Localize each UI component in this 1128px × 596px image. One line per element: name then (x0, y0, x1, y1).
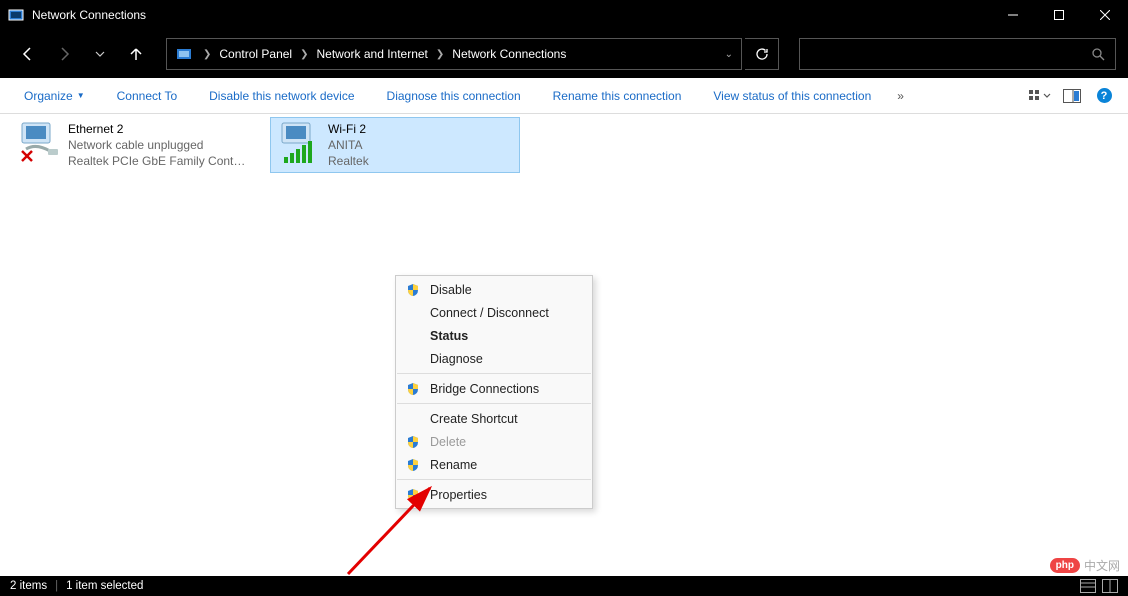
breadcrumb-item[interactable]: Control Panel (219, 47, 292, 61)
menu-item-disable[interactable]: Disable (396, 278, 592, 301)
location-icon (175, 46, 193, 62)
close-button[interactable] (1082, 0, 1128, 30)
view-status-button[interactable]: View status of this connection (699, 78, 885, 113)
menu-item-create-shortcut[interactable]: Create Shortcut (396, 407, 592, 430)
adapter-wifi[interactable]: Wi-Fi 2 ANITA Realtek (270, 117, 520, 173)
view-options-button[interactable] (1026, 89, 1054, 103)
chevron-right-icon: ❯ (436, 49, 444, 60)
maximize-button[interactable] (1036, 0, 1082, 30)
adapter-device: Realtek PCIe GbE Family Controller (68, 153, 248, 169)
diagnose-button[interactable]: Diagnose this connection (373, 78, 535, 113)
chevron-down-icon[interactable]: ⌄ (725, 49, 733, 60)
adapter-status: Network cable unplugged (68, 137, 248, 153)
menu-item-label: Delete (430, 435, 466, 449)
address-bar[interactable]: ❯ Control Panel ❯ Network and Internet ❯… (166, 38, 742, 70)
large-icons-view-icon[interactable] (1102, 579, 1118, 593)
items-count: 2 items (10, 580, 47, 592)
network-adapter-icon (276, 121, 322, 165)
status-bar: 2 items | 1 item selected (0, 576, 1128, 596)
menu-item-label: Bridge Connections (430, 382, 539, 396)
search-box[interactable] (799, 38, 1116, 70)
menu-item-properties[interactable]: Properties (396, 483, 592, 506)
details-view-icon[interactable] (1080, 579, 1096, 593)
help-icon: ? (1097, 88, 1112, 103)
chevron-right-icon: ❯ (300, 49, 308, 60)
network-adapter-icon (16, 121, 62, 165)
watermark: php 中文网 (1050, 557, 1120, 574)
php-badge: php (1050, 558, 1080, 573)
window-title: Network Connections (32, 8, 146, 22)
breadcrumb-item[interactable]: Network Connections (452, 47, 566, 61)
selected-count: 1 item selected (66, 580, 143, 592)
menu-item-label: Diagnose (430, 352, 483, 366)
menu-item-delete: Delete (396, 430, 592, 453)
breadcrumb-item[interactable]: Network and Internet (317, 47, 428, 61)
menu-separator (397, 479, 591, 480)
back-button[interactable] (12, 38, 44, 70)
minimize-button[interactable] (990, 0, 1036, 30)
menu-item-diagnose[interactable]: Diagnose (396, 347, 592, 370)
search-icon (1091, 47, 1105, 61)
menu-item-label: Properties (430, 488, 487, 502)
help-button[interactable]: ? (1090, 88, 1118, 103)
menu-item-connect-disconnect[interactable]: Connect / Disconnect (396, 301, 592, 324)
adapter-status: ANITA (328, 137, 369, 153)
menu-separator (397, 373, 591, 374)
title-bar: Network Connections (0, 0, 1128, 30)
menu-item-label: Disable (430, 283, 472, 297)
up-button[interactable] (120, 38, 152, 70)
rename-button[interactable]: Rename this connection (539, 78, 696, 113)
command-bar: Organize▼ Connect To Disable this networ… (0, 78, 1128, 114)
adapter-name: Ethernet 2 (68, 121, 248, 137)
menu-item-label: Rename (430, 458, 477, 472)
forward-button[interactable] (48, 38, 80, 70)
preview-pane-button[interactable] (1058, 89, 1086, 103)
menu-item-bridge-connections[interactable]: Bridge Connections (396, 377, 592, 400)
connect-to-button[interactable]: Connect To (103, 78, 192, 113)
overflow-button[interactable]: » (889, 89, 912, 103)
disable-device-button[interactable]: Disable this network device (195, 78, 368, 113)
chevron-right-icon: ❯ (203, 49, 211, 60)
menu-item-rename[interactable]: Rename (396, 453, 592, 476)
menu-separator (397, 403, 591, 404)
context-menu: Disable Connect / Disconnect Status Diagnos… (395, 275, 593, 509)
chevron-down-icon: ▼ (77, 91, 85, 100)
adapter-ethernet[interactable]: Ethernet 2 Network cable unplugged Realt… (10, 117, 260, 173)
content-area: Ethernet 2 Network cable unplugged Realt… (0, 114, 1128, 576)
menu-item-label: Connect / Disconnect (430, 306, 549, 320)
adapter-name: Wi-Fi 2 (328, 121, 369, 137)
adapter-device: Realtek (328, 153, 369, 169)
menu-item-label: Create Shortcut (430, 412, 518, 426)
organize-menu[interactable]: Organize▼ (10, 78, 99, 113)
navigation-bar: ❯ Control Panel ❯ Network and Internet ❯… (0, 30, 1128, 78)
refresh-button[interactable] (745, 38, 779, 70)
menu-item-label: Status (430, 329, 468, 343)
menu-item-status[interactable]: Status (396, 324, 592, 347)
watermark-text: 中文网 (1084, 557, 1120, 574)
app-icon (8, 7, 24, 23)
recent-locations-button[interactable] (84, 38, 116, 70)
